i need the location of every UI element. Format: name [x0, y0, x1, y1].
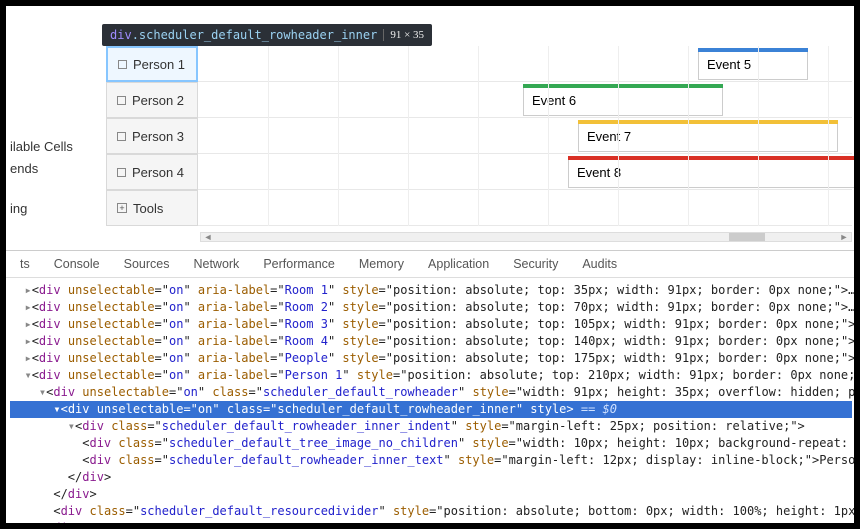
dom-line[interactable]: <div class="scheduler_default_tree_image…	[10, 435, 852, 452]
scroll-left-arrow[interactable]: ◄	[201, 233, 215, 241]
grid-row: Event 7	[198, 118, 852, 154]
dom-line-selected[interactable]: ▾<div unselectable="on" class="scheduler…	[10, 401, 852, 418]
scroll-right-arrow[interactable]: ►	[837, 233, 851, 241]
scroll-thumb[interactable]	[729, 233, 765, 241]
scheduler-grid[interactable]: Event 5 Event 6 Event 7 Event 8	[198, 46, 852, 226]
dom-line[interactable]: ▸<div unselectable="on" aria-label="Room…	[10, 282, 852, 299]
grid-row: Event 5	[198, 46, 852, 82]
dom-tree[interactable]: ▸<div unselectable="on" aria-label="Room…	[6, 278, 854, 523]
scheduler-pane: div.scheduler_default_rowheader_inner 91…	[6, 6, 854, 246]
devtools-tabs: ts Console Sources Network Performance M…	[6, 251, 854, 278]
tab-sources[interactable]: Sources	[124, 257, 170, 271]
tab-audits[interactable]: Audits	[582, 257, 617, 271]
grid-row	[198, 190, 852, 226]
tab-application[interactable]: Application	[428, 257, 489, 271]
row-header-label: Person 3	[132, 129, 184, 144]
tab-memory[interactable]: Memory	[359, 257, 404, 271]
tab-performance[interactable]: Performance	[263, 257, 335, 271]
dom-line[interactable]: ▾<div class="scheduler_default_rowheader…	[10, 418, 852, 435]
event-bar	[523, 84, 723, 88]
dom-line[interactable]: </div>	[10, 469, 852, 486]
dom-line[interactable]: ▸<div unselectable="on" aria-label="Room…	[10, 299, 852, 316]
dom-line[interactable]: </div>	[10, 520, 852, 523]
row-header-tools[interactable]: + Tools	[106, 190, 198, 226]
dom-line[interactable]: ▾<div unselectable="on" class="scheduler…	[10, 384, 852, 401]
dom-line[interactable]: ▸<div unselectable="on" aria-label="Room…	[10, 333, 852, 350]
event-5[interactable]: Event 5	[698, 48, 808, 80]
sidebar-text: ing	[10, 198, 86, 220]
dom-line[interactable]: </div>	[10, 486, 852, 503]
expand-icon[interactable]: +	[117, 203, 127, 213]
horizontal-scrollbar[interactable]: ◄ ►	[200, 232, 852, 242]
row-header-person-2[interactable]: Person 2	[106, 82, 198, 118]
tab-network[interactable]: Network	[193, 257, 239, 271]
event-bar	[578, 120, 838, 124]
row-header-person-4[interactable]: Person 4	[106, 154, 198, 190]
tooltip-class: .scheduler_default_rowheader_inner	[132, 28, 378, 42]
sidebar-text: ends	[10, 158, 86, 180]
grid-row: Event 6	[198, 82, 852, 118]
row-header-label: Person 1	[133, 57, 185, 72]
row-header-label: Person 4	[132, 165, 184, 180]
event-label: Event 7	[587, 129, 631, 144]
tab-security[interactable]: Security	[513, 257, 558, 271]
event-7[interactable]: Event 7	[578, 120, 838, 152]
tooltip-tag: div	[110, 28, 132, 42]
checkbox-icon	[117, 132, 126, 141]
devtools-panel: ts Console Sources Network Performance M…	[6, 250, 854, 523]
event-label: Event 5	[707, 57, 751, 72]
event-bar	[568, 156, 854, 160]
grid-row: Event 8	[198, 154, 852, 190]
row-header-person-1[interactable]: Person 1	[106, 46, 198, 82]
row-header-column: Person 1 Person 2 Person 3 Person 4 + Too…	[106, 46, 198, 226]
dom-line[interactable]: <div class="scheduler_default_resourcedi…	[10, 503, 852, 520]
dom-line[interactable]: ▸<div unselectable="on" aria-label="Peop…	[10, 350, 852, 367]
event-label: Event 8	[577, 165, 621, 180]
tab-console[interactable]: Console	[54, 257, 100, 271]
dom-line[interactable]: <div class="scheduler_default_rowheader_…	[10, 452, 852, 469]
row-header-label: Tools	[133, 201, 163, 216]
tab-elements[interactable]: ts	[20, 257, 30, 271]
dom-line[interactable]: ▾<div unselectable="on" aria-label="Pers…	[10, 367, 852, 384]
checkbox-icon	[117, 168, 126, 177]
row-header-person-3[interactable]: Person 3	[106, 118, 198, 154]
left-sidebar: ilable Cells ends ing	[6, 136, 86, 220]
checkbox-icon	[118, 60, 127, 69]
sidebar-text: ilable Cells	[10, 136, 86, 158]
event-label: Event 6	[532, 93, 576, 108]
checkbox-icon	[117, 96, 126, 105]
row-header-label: Person 2	[132, 93, 184, 108]
event-8[interactable]: Event 8	[568, 156, 854, 188]
dom-line[interactable]: ▸<div unselectable="on" aria-label="Room…	[10, 316, 852, 333]
event-6[interactable]: Event 6	[523, 84, 723, 116]
tooltip-dimensions: 91 × 35	[383, 29, 424, 41]
element-tooltip: div.scheduler_default_rowheader_inner 91…	[102, 24, 432, 46]
event-bar	[698, 48, 808, 52]
